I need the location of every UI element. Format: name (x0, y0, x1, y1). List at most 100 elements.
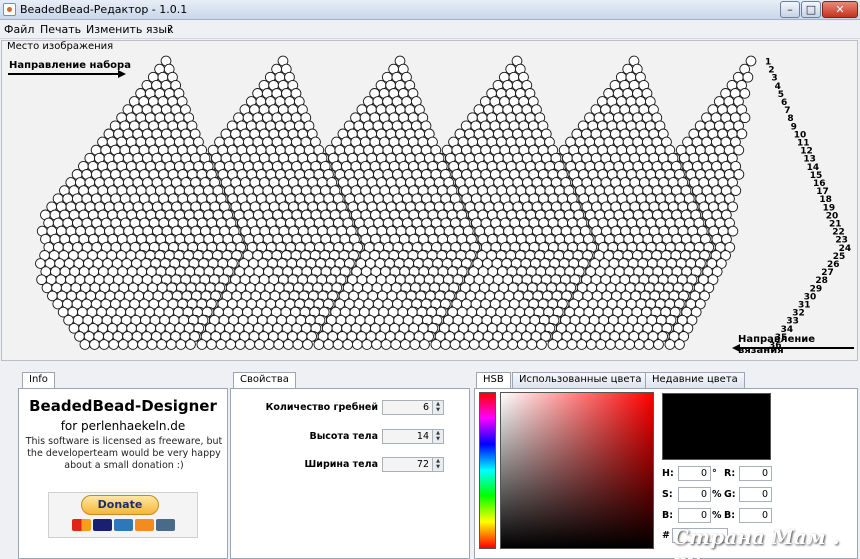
bead[interactable] (576, 339, 588, 350)
bead[interactable] (108, 339, 120, 350)
bead[interactable] (351, 339, 363, 350)
hex-prefix: # (662, 530, 670, 541)
tab-used-colors[interactable]: Использованные цвета (512, 372, 649, 388)
bead[interactable] (745, 55, 757, 67)
bead[interactable] (605, 339, 616, 350)
bead[interactable] (323, 339, 334, 350)
ridges-count-spinner[interactable]: 6 ▲ ▼ (382, 400, 444, 415)
body-width-spinner[interactable]: 72 ▲ ▼ (382, 457, 444, 472)
bead[interactable] (449, 339, 461, 350)
green-field[interactable]: 0 (739, 487, 772, 502)
bead[interactable] (292, 339, 304, 350)
bead[interactable] (653, 339, 664, 350)
tab-hsb[interactable]: HSB (476, 372, 511, 388)
bead[interactable] (536, 339, 547, 350)
bead[interactable] (390, 339, 402, 350)
bead[interactable] (727, 201, 739, 213)
bead[interactable] (739, 88, 751, 99)
body-height-spinner[interactable]: 14 ▲ ▼ (382, 429, 444, 444)
bead[interactable] (399, 339, 411, 350)
bead[interactable] (624, 339, 636, 350)
bead[interactable] (156, 339, 168, 350)
bead[interactable] (146, 339, 158, 350)
bead[interactable] (225, 339, 237, 350)
bead[interactable] (497, 339, 509, 350)
bead[interactable] (566, 339, 578, 350)
bead[interactable] (263, 339, 275, 350)
bead[interactable] (585, 339, 597, 350)
bead[interactable] (736, 128, 748, 140)
bead[interactable] (674, 339, 685, 350)
bead[interactable] (419, 339, 430, 350)
bead[interactable] (468, 339, 480, 350)
bead[interactable] (117, 339, 129, 350)
tab-info[interactable]: Info (22, 372, 55, 388)
bead[interactable] (127, 339, 139, 350)
bead[interactable] (739, 112, 751, 124)
bead[interactable] (727, 225, 739, 237)
bead[interactable] (742, 71, 754, 83)
bead[interactable] (557, 339, 568, 350)
spinner-arrows-icon[interactable]: ▲ ▼ (432, 430, 443, 443)
bead[interactable] (440, 339, 451, 350)
bead[interactable] (595, 339, 607, 350)
bead[interactable] (409, 339, 421, 350)
bead[interactable] (380, 339, 392, 350)
bead[interactable] (175, 339, 187, 350)
saturation-brightness-picker[interactable] (500, 392, 654, 549)
hue-field[interactable]: 0 (678, 466, 711, 481)
bead[interactable] (614, 339, 626, 350)
bead[interactable] (273, 339, 285, 350)
bead[interactable] (282, 339, 294, 350)
blue-label: B: (724, 510, 736, 521)
bead[interactable] (302, 339, 313, 350)
bead[interactable] (516, 339, 528, 350)
bead[interactable] (254, 339, 265, 350)
saturation-field[interactable]: 0 (678, 487, 711, 502)
bead[interactable] (137, 339, 148, 350)
red-field[interactable]: 0 (739, 466, 772, 481)
bead[interactable] (664, 339, 676, 350)
bead[interactable] (89, 339, 100, 350)
brightness-field[interactable]: 0 (678, 508, 711, 523)
brightness-unit: % (712, 510, 722, 521)
bead[interactable] (478, 339, 490, 350)
bead[interactable] (196, 339, 208, 350)
bead[interactable] (371, 339, 382, 350)
bead[interactable] (643, 339, 655, 350)
spinner-arrows-icon[interactable]: ▲ ▼ (432, 401, 443, 414)
tab-properties[interactable]: Свойства (233, 372, 296, 388)
bead[interactable] (507, 339, 519, 350)
saturation-label: S: (662, 489, 673, 500)
bead[interactable] (234, 339, 246, 350)
tab-recent-colors[interactable]: Недавние цвета (645, 372, 745, 388)
bead[interactable] (488, 339, 499, 350)
donate-button[interactable]: Donate (81, 495, 159, 515)
bead[interactable] (98, 339, 110, 350)
bead[interactable] (342, 339, 354, 350)
bead[interactable] (361, 339, 373, 350)
bead[interactable] (332, 339, 344, 350)
bead[interactable] (79, 339, 91, 350)
blue-field[interactable]: 0 (739, 508, 772, 523)
body-width-label: Ширина тела (304, 459, 378, 470)
bead[interactable] (526, 339, 538, 350)
amex-icon (114, 519, 133, 531)
body-height-label: Высота тела (309, 431, 378, 442)
bead[interactable] (633, 339, 645, 350)
bead[interactable] (547, 339, 559, 350)
bead[interactable] (215, 339, 227, 350)
hue-slider[interactable] (479, 392, 496, 549)
bead[interactable] (733, 169, 745, 180)
bead[interactable] (459, 339, 471, 350)
bead[interactable] (185, 339, 196, 350)
bead[interactable] (313, 339, 325, 350)
hue-label: H: (662, 468, 674, 479)
bead[interactable] (244, 339, 256, 350)
bead[interactable] (165, 339, 177, 350)
bead[interactable] (206, 339, 217, 350)
bead[interactable] (733, 144, 745, 156)
bead[interactable] (430, 339, 442, 350)
spinner-arrows-icon[interactable]: ▲ ▼ (432, 458, 443, 471)
bead[interactable] (730, 185, 742, 196)
